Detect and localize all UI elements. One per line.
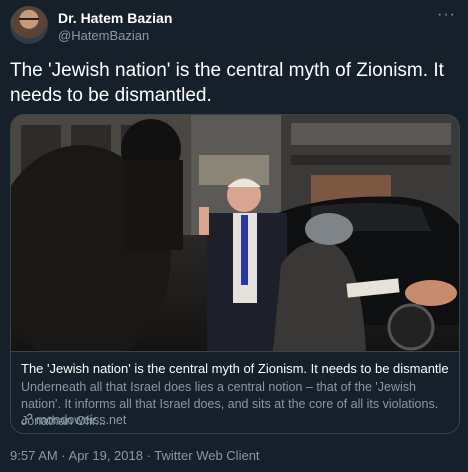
more-dots-icon[interactable]: ··· — [437, 6, 456, 24]
link-card[interactable]: The 'Jewish nation' is the central myth … — [10, 114, 460, 434]
link-icon — [21, 413, 33, 425]
tweet-timestamp[interactable]: 9:57 AM · Apr 19, 2018 · Twitter Web Cli… — [10, 448, 260, 463]
news-photo[interactable] — [11, 115, 459, 351]
avatar[interactable] — [10, 6, 48, 44]
author-display-name[interactable]: Dr. Hatem Bazian — [58, 10, 172, 26]
card-domain-text: mondoweiss.net — [36, 413, 127, 427]
card-domain[interactable]: mondoweiss.net — [21, 413, 126, 427]
tweet-header: Dr. Hatem Bazian @HatemBazian ··· — [10, 6, 460, 46]
card-body[interactable]: The 'Jewish nation' is the central myth … — [11, 351, 459, 433]
author-handle[interactable]: @HatemBazian — [58, 28, 149, 43]
avatar-glasses — [19, 18, 39, 24]
card-title[interactable]: The 'Jewish nation' is the central myth … — [21, 360, 449, 377]
tweet-text: The 'Jewish nation' is the central myth … — [10, 60, 444, 106]
